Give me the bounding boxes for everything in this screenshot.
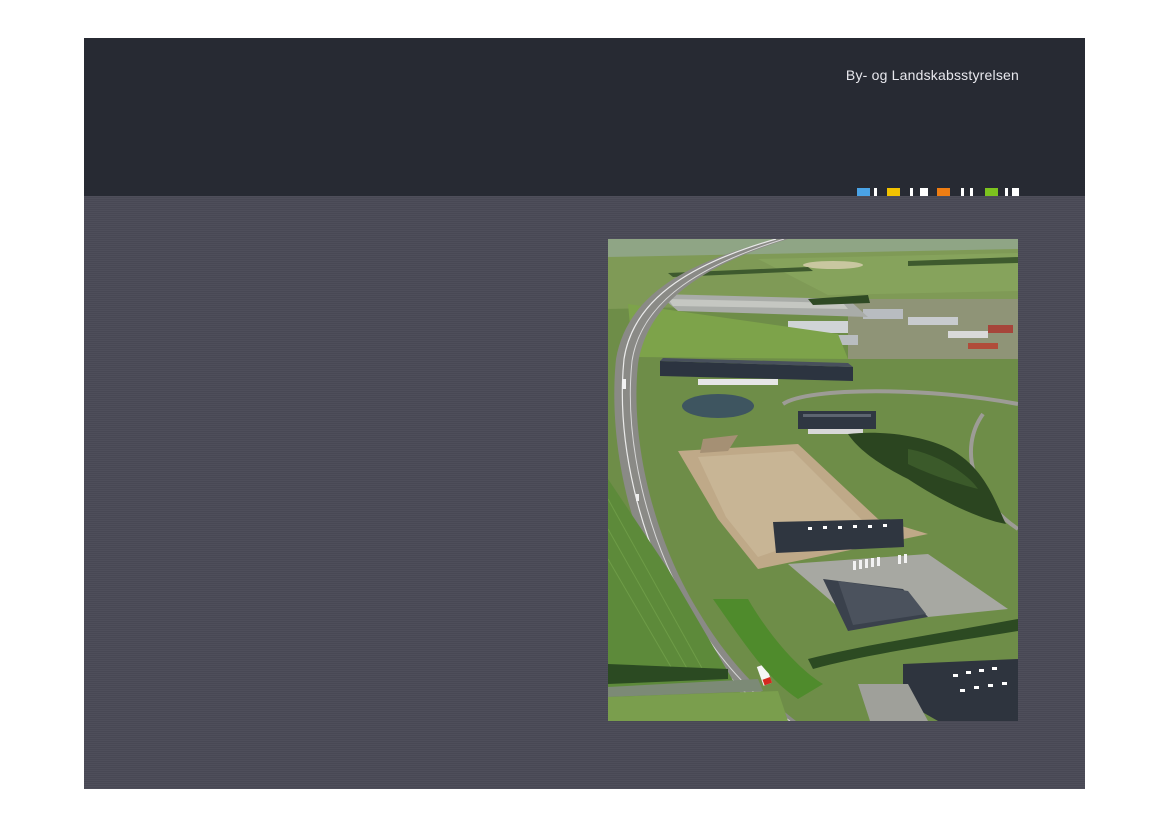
agency-name: By- og Landskabsstyrelsen: [845, 67, 1019, 83]
logo-segment: [887, 188, 900, 196]
logo-segment: [970, 188, 973, 196]
logo-segment: [961, 188, 964, 196]
logo-segment: [937, 188, 950, 196]
agency-logo-stripe: [857, 188, 1019, 196]
logo-segment: [920, 188, 928, 196]
logo-segment: [1012, 188, 1019, 196]
logo-segment: [985, 188, 998, 196]
logo-segment: [910, 188, 913, 196]
report-cover: By- og Landskabsstyrelsen: [84, 38, 1085, 789]
logo-segment: [1005, 188, 1008, 196]
header-band: By- og Landskabsstyrelsen: [84, 38, 1085, 196]
aerial-photo: [608, 239, 1018, 721]
aerial-photo-illustration: [608, 239, 1018, 721]
logo-segment: [857, 188, 870, 196]
logo-segment: [874, 188, 877, 196]
